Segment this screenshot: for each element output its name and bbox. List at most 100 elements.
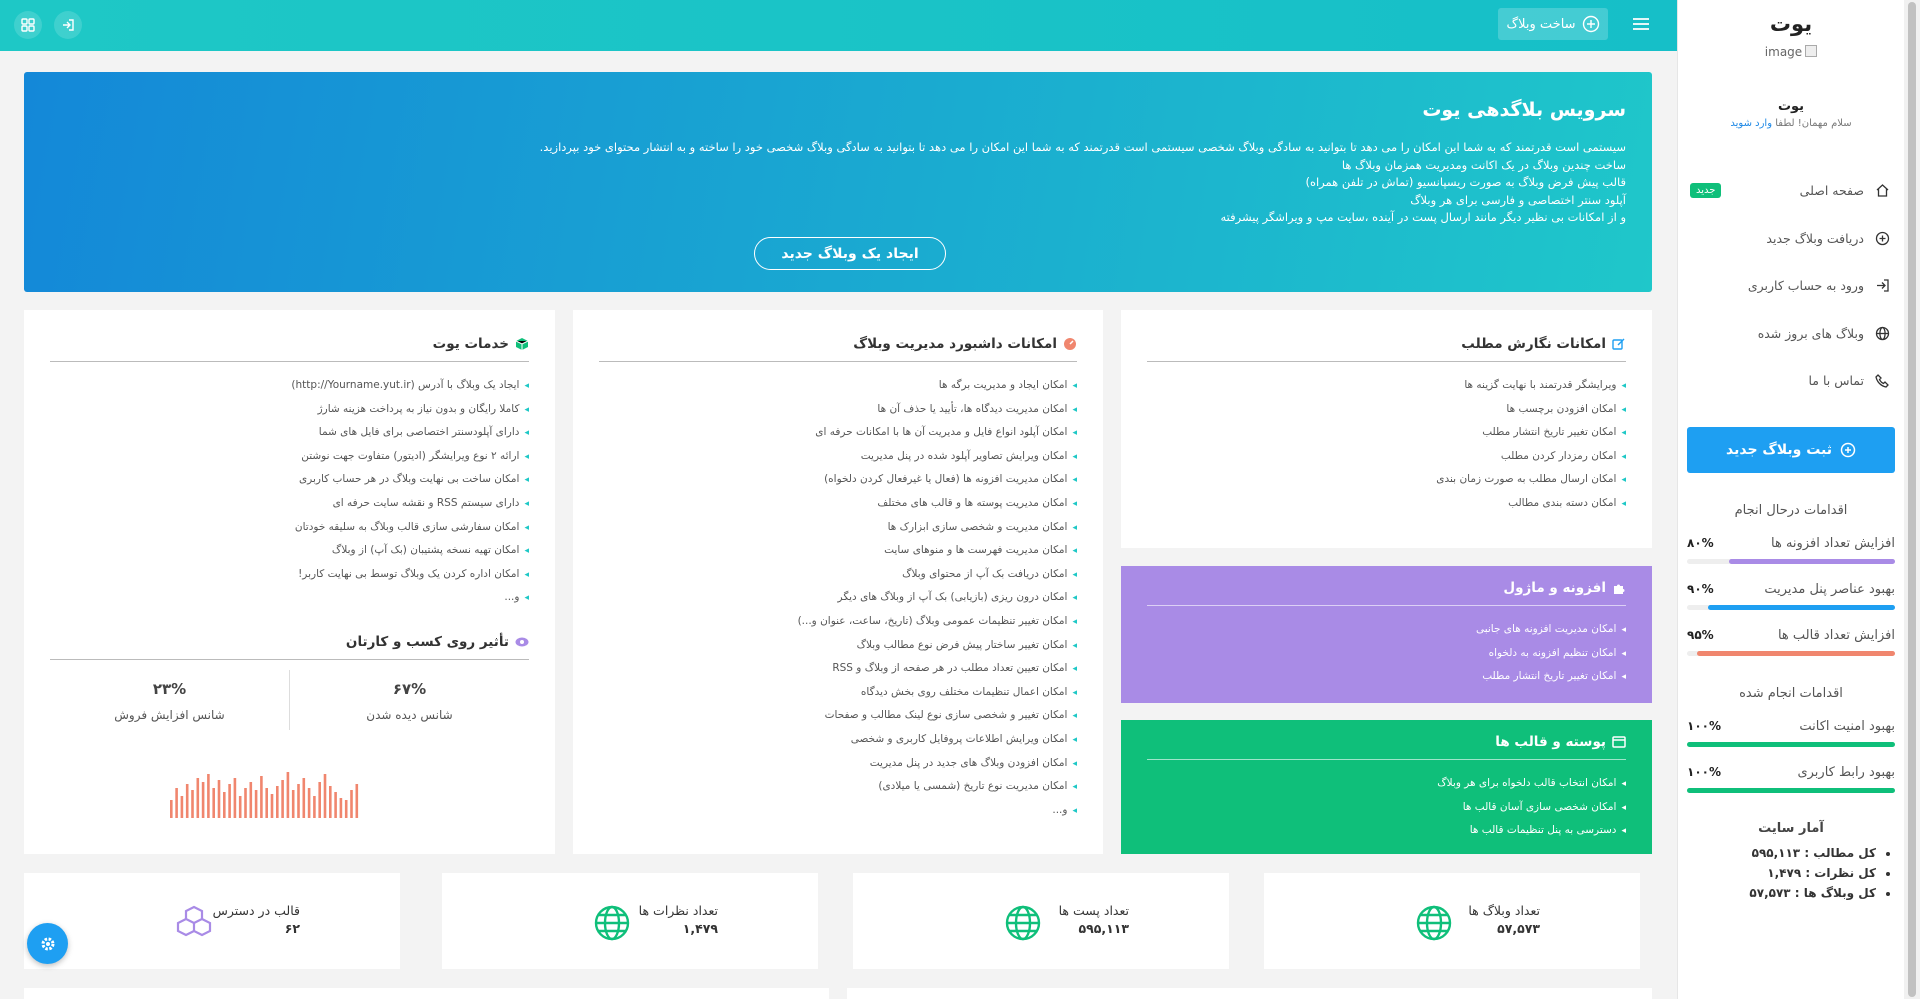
create-new-blog-button[interactable]: ایجاد یک وبلاگ جدید	[754, 237, 946, 270]
list-item: امکان دسته بندی مطالب	[1147, 492, 1626, 516]
eye-icon	[515, 637, 529, 647]
progress-fill	[1697, 650, 1895, 656]
impact-values: ۶۷% شانس دیده شدن ۲۳% شانس افزایش فروش	[50, 669, 529, 730]
list-item: امکان سفارشی سازی قالب وبلاگ به سلیقه خو…	[50, 516, 529, 540]
guest-greeting: سلام مهمان! لطفا وارد شوید	[1678, 118, 1904, 129]
login-link[interactable]: وارد شوید	[1730, 118, 1772, 129]
progress-row: بهبود عناصر پنل مدیریت ۹۰%	[1687, 582, 1895, 597]
progress-row: بهبود رابط کاربری ۱۰۰%	[1687, 765, 1895, 780]
hamburger-menu-button[interactable]	[1630, 13, 1652, 35]
done-list: بهبود امنیت اکانت ۱۰۰% بهبود رابط کاربری ۱…	[1687, 719, 1895, 793]
list-item: امکان ایجاد و مدیریت برگه ها	[599, 374, 1077, 398]
site-stat-item: کل نظرات : ۱,۴۷۹	[1692, 866, 1876, 880]
user-name: یوت	[1777, 99, 1805, 114]
list-item: امکان درون ریزی (بازیابی) بک آپ از وبلاگ…	[599, 586, 1077, 610]
list-item: کاملا رایگان و بدون نیاز به پرداخت هزینه…	[50, 398, 529, 422]
list-item: امکان تغییر تنظیمات عمومی وبلاگ (تاریخ، …	[599, 610, 1077, 634]
progress-fill	[1728, 558, 1895, 564]
register-new-blog-button[interactable]: ثبت وبلاگ جدید	[1687, 426, 1895, 473]
progress-percent: ۱۰۰%	[1687, 718, 1721, 733]
menu-icon	[1633, 18, 1649, 30]
themes-card: پوسته و قالب ها امکان انتخاب قالب دلخواه…	[1121, 720, 1652, 854]
sidebar-item-label: ورود به حساب کاربری	[1747, 278, 1864, 294]
apps-grid-button[interactable]	[14, 11, 42, 39]
create-blog-label: ساخت وبلاگ	[1506, 16, 1576, 32]
list-item: امکان رمزدار کردن مطلب	[1147, 445, 1626, 469]
phone-icon	[1874, 373, 1890, 389]
sparkline-bar	[329, 786, 332, 818]
hero-line: و از امکانات بی نظیر دیگر مانند ارسال پس…	[1220, 210, 1626, 224]
progress-label: بهبود رابط کاربری	[1797, 764, 1895, 780]
globe-icon	[1416, 905, 1452, 941]
site-logo-image: image	[1678, 45, 1904, 59]
sidebar-item-home[interactable]: صفحه اصلی جدید	[1678, 167, 1904, 215]
list-item: دارای آپلودسنتر اختصاصی برای فایل های شم…	[50, 421, 529, 445]
scrollbar-thumb[interactable]	[1908, 2, 1916, 997]
site-stat-item: کل مطالب : ۵۹۵,۱۱۳	[1692, 846, 1876, 860]
edit-icon	[1612, 338, 1625, 350]
stat-comments: تعداد نظرات ها ۱,۴۷۹	[442, 873, 818, 969]
sparkline-bar	[265, 788, 268, 818]
list-item: امکان اداره کردن یک وبلاگ توسط بی نهایت …	[50, 563, 529, 587]
sidebar: یوت image یوت سلام مهمان! لطفا وارد شوید…	[1677, 0, 1904, 999]
sidebar-item-label: دریافت وبلاگ جدید	[1766, 230, 1864, 246]
services-header: خدمات یوت	[50, 310, 529, 362]
broken-image-icon	[1805, 45, 1818, 57]
hero-line: آپلود سنتر اختصاصی و فارسی برای هر وبلاگ	[1410, 192, 1626, 207]
impact-value: ۶۷%	[392, 679, 427, 698]
next-row-card	[24, 988, 829, 999]
stat-value: ۵۷,۵۷۳	[1497, 921, 1540, 936]
sparkline-bar	[323, 774, 327, 818]
services-list: ایجاد یک وبلاگ با آدرس (http://Yourname.…	[50, 374, 529, 610]
list-item: امکان تغییر ساختار پیش فرض نوع مطالب وبل…	[599, 634, 1077, 658]
page-scrollbar[interactable]	[1904, 0, 1920, 999]
sparkline-bar	[281, 780, 284, 818]
list-item: دارای سیستم RSS و نقشه سایت حرفه ای	[50, 492, 529, 516]
list-item: امکان مدیریت نوع تاریخ (شمسی یا میلادی)	[599, 775, 1077, 799]
list-item: امکان مدیریت افزونه های جانبی	[1147, 618, 1626, 642]
hero-line: قالب پیش فرض وبلاگ به صورت ریسپانسیو (تم…	[1305, 175, 1626, 189]
home-icon	[1874, 183, 1890, 199]
progress-fill	[1707, 604, 1895, 610]
cube-icon	[515, 338, 529, 350]
themes-header: پوسته و قالب ها	[1147, 720, 1626, 760]
impact-title: تأثیر روی کسب و کارتان	[345, 633, 509, 650]
list-item: امکان اعمال تنظیمات مختلف روی بخش دیدگاه	[599, 681, 1077, 705]
list-item: امکان ویرایش اطلاعات پروفایل کاربری و شخ…	[599, 728, 1077, 752]
login-button[interactable]	[54, 11, 82, 39]
sparkline-bar	[350, 790, 353, 818]
progress-track	[1687, 604, 1895, 610]
list-item: و...	[50, 586, 529, 610]
greeting-text: سلام مهمان! لطفا	[1775, 118, 1852, 129]
boxes-icon	[176, 905, 212, 937]
sidebar-item-updated-blogs[interactable]: وبلاگ های بروز شده	[1678, 310, 1904, 358]
hero-banner: سرویس بلاگدهی یوت سیستمی است قدرتمند که …	[24, 72, 1652, 292]
progress-label: افزایش تعداد قالب ها	[1777, 627, 1895, 643]
sparkline-bar	[276, 786, 279, 818]
site-stat-item: کل وبلاگ ها : ۵۷,۵۷۳	[1692, 886, 1876, 900]
plugins-card: افزونه و ماژول امکان مدیریت افزونه های ج…	[1121, 566, 1652, 703]
impact-value: ۲۳%	[152, 679, 187, 698]
list-item: امکان تنظیم افزونه به دلخواه	[1147, 642, 1626, 666]
sparkline-bar	[291, 790, 295, 818]
list-item: امکان دریافت بک آپ از محتوای وبلاگ	[599, 563, 1077, 587]
sparkline-bar	[339, 798, 343, 818]
services-title: خدمات یوت	[432, 336, 509, 352]
sidebar-item-contact[interactable]: تماس با ما	[1678, 357, 1904, 405]
list-item: امکان تعیین تعداد مطلب در هر صفحه از وبل…	[599, 657, 1077, 681]
themes-list: امکان انتخاب قالب دلخواه برای هر وبلاگ ا…	[1147, 772, 1626, 843]
sidebar-item-login[interactable]: ورود به حساب کاربری	[1678, 262, 1904, 310]
progress-row: افزایش تعداد قالب ها ۹۵%	[1687, 628, 1895, 643]
create-blog-button[interactable]: ساخت وبلاگ	[1498, 8, 1608, 40]
progress-fill	[1687, 741, 1895, 747]
progress-track	[1687, 650, 1895, 656]
stat-label: تعداد پست ها	[1058, 903, 1129, 918]
dashboard-features-title: امکانات داشبورد مدیریت وبلاگ	[853, 336, 1057, 352]
sparkline-bar	[260, 776, 263, 818]
list-item: دسترسی به پنل تنظیمات قالب ها	[1147, 819, 1626, 843]
sidebar-item-get-blog[interactable]: دریافت وبلاگ جدید	[1678, 215, 1904, 263]
plus-circle-icon	[1874, 230, 1890, 246]
dashboard-features-header: امکانات داشبورد مدیریت وبلاگ	[599, 310, 1077, 362]
hero-description: سیستمی است قدرتمند که به شما این امکان ر…	[50, 139, 1626, 227]
settings-fab-button[interactable]	[27, 923, 68, 964]
